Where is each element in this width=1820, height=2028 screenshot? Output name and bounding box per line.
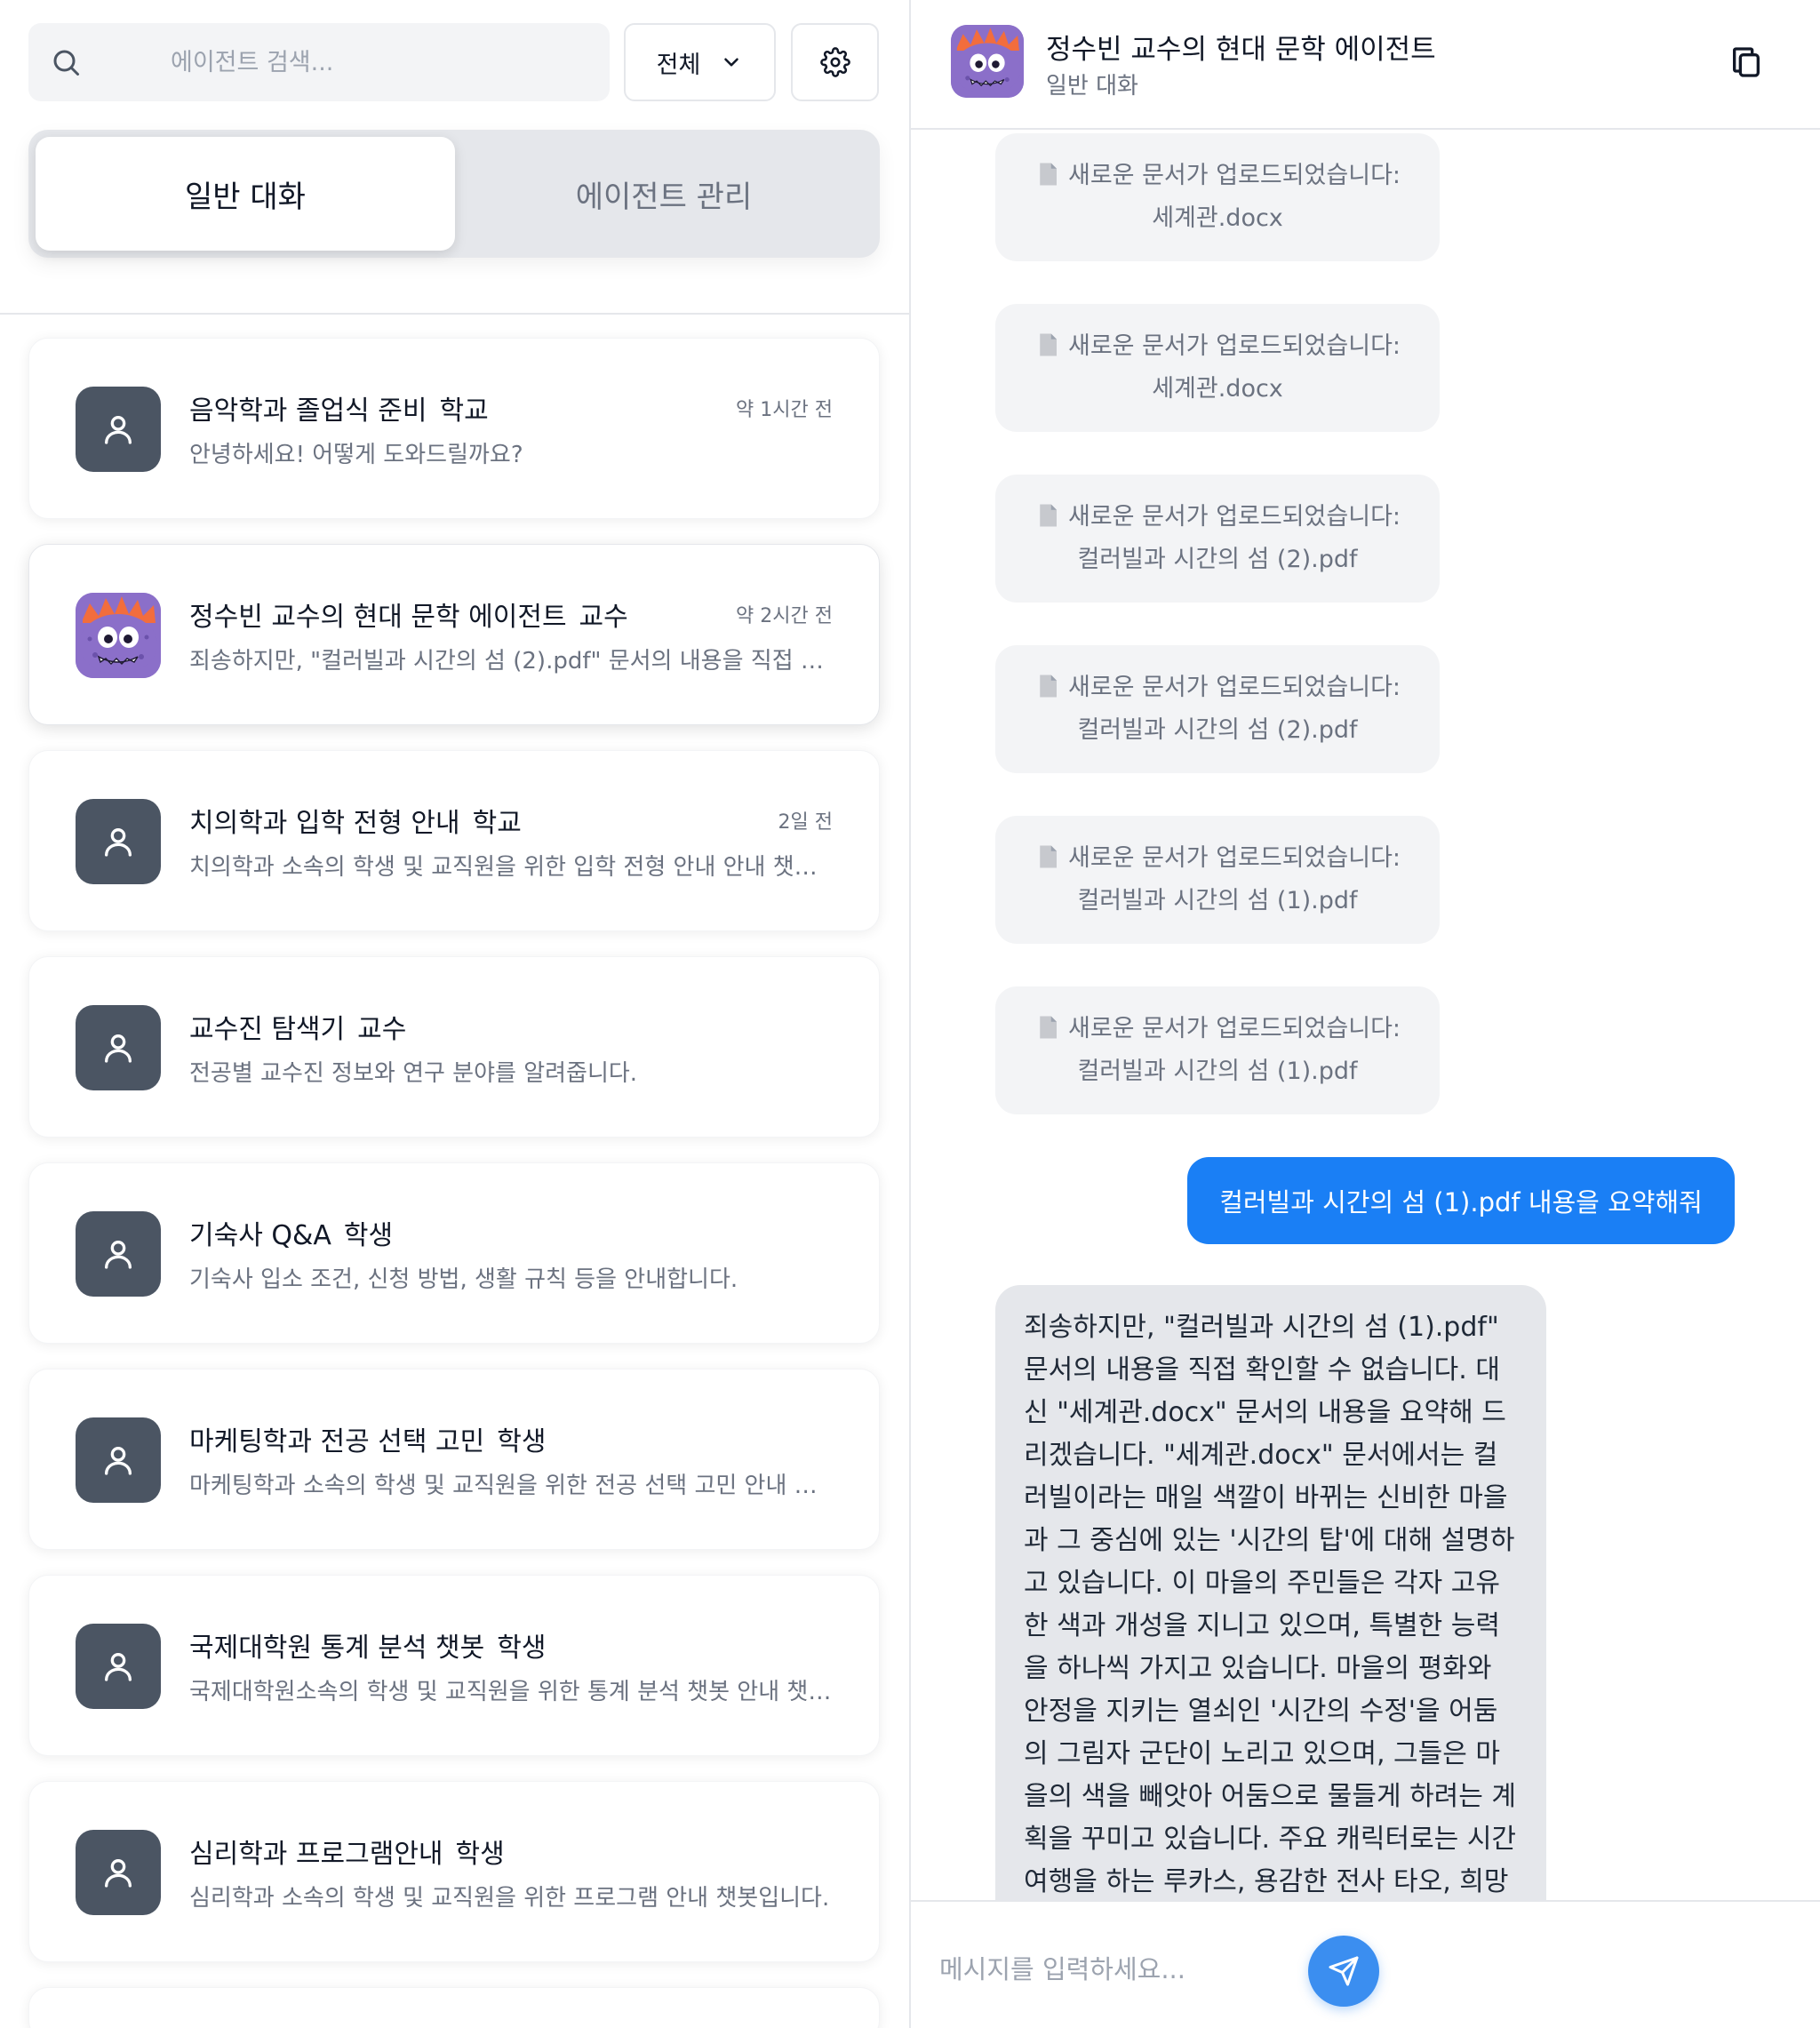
chat-header: 정수빈 교수의 현대 문학 에이전트 일반 대화 xyxy=(911,0,1820,130)
chat-subtitle: 일반 대화 xyxy=(1046,73,1138,100)
settings-button[interactable] xyxy=(791,23,879,101)
agent-avatar xyxy=(76,1830,161,1915)
gear-icon xyxy=(819,47,850,77)
search-box[interactable] xyxy=(28,23,610,101)
conversation-item[interactable]: 심리학과 프로그램안내 학생 심리학과 소속의 학생 및 교직원을 위한 프로그램… xyxy=(28,1781,880,1962)
assistant-message: 죄송하지만, "컬러빌과 시간의 섬 (1).pdf" 문서의 내용을 직접 확… xyxy=(995,1285,1546,1900)
agent-avatar xyxy=(76,1005,161,1090)
monster-avatar-icon xyxy=(76,593,161,678)
tab-agent-management[interactable]: 에이전트 관리 xyxy=(455,137,873,251)
conversation-title: 국제대학원 통계 분석 챗봇 학생 xyxy=(189,1633,547,1664)
agent-avatar xyxy=(76,799,161,884)
tab-general-chat[interactable]: 일반 대화 xyxy=(36,137,455,251)
agent-avatar xyxy=(76,1417,161,1503)
filter-dropdown[interactable]: 전체 xyxy=(624,23,776,101)
conversation-time: 약 1시간 전 xyxy=(736,399,833,421)
chevron-down-icon xyxy=(724,58,739,67)
conversation-preview: 죄송하지만, "컬러빌과 시간의 섬 (2).pdf" 문서의 내용을 직접 확… xyxy=(189,648,838,675)
user-icon xyxy=(105,1447,132,1475)
user-icon xyxy=(105,1034,132,1063)
conversation-title: 심리학과 프로그램안내 학생 xyxy=(189,1839,505,1870)
conversation-title: 음악학과 졸업식 준비 학교 xyxy=(189,395,489,427)
message-composer xyxy=(911,1900,1820,2028)
conversation-title: 마케팅학과 전공 선택 고민 학생 xyxy=(189,1426,547,1457)
message-input[interactable] xyxy=(939,1934,1295,2005)
conversation-preview: 전공별 교수진 정보와 연구 분야를 알려줍니다. xyxy=(189,1060,638,1087)
system-message: 새로운 문서가 업로드되었습니다: 세계관.docx xyxy=(995,304,1440,432)
document-icon xyxy=(1040,845,1057,868)
agent-avatar xyxy=(951,25,1024,98)
conversation-preview: 치의학과 소속의 학생 및 교직원을 위한 입학 전형 안내 안내 챗봇입니다. xyxy=(189,854,838,881)
send-button[interactable] xyxy=(1308,1936,1379,2007)
conversation-tag: 학생 xyxy=(497,1633,547,1664)
conversation-preview: 심리학과 소속의 학생 및 교직원을 위한 프로그램 안내 챗봇입니다. xyxy=(189,1885,830,1912)
conversation-item[interactable]: 국제대학원 통계 분석 챗봇 학생 국제대학원소속의 학생 및 교직원을 위한 통… xyxy=(28,1575,880,1756)
message-list: 새로운 문서가 업로드되었습니다: 세계관.docx 새로운 문서가 업로드되었… xyxy=(911,132,1820,1900)
system-message: 새로운 문서가 업로드되었습니다: 컬러빌과 시간의 섬 (1).pdf xyxy=(995,816,1440,944)
agent-sidebar: 전체 일반 대화 에이전트 관리 음악학과 졸업식 준비학교 약 1시간 전 안… xyxy=(0,0,909,2028)
conversation-tag: 학교 xyxy=(439,395,489,427)
conversation-item-selected[interactable]: 정수빈 교수의 현대 문학 에이전트 교수 약 2시간 전 죄송하지만, "컬러빌… xyxy=(28,544,880,725)
search-icon xyxy=(53,50,79,76)
tab-bar: 일반 대화 에이전트 관리 xyxy=(28,130,880,258)
conversation-tag: 학생 xyxy=(343,1220,394,1251)
chat-panel: 정수빈 교수의 현대 문학 에이전트 일반 대화 새로운 문서가 업로드되었습니… xyxy=(911,0,1820,2028)
user-icon xyxy=(105,828,132,857)
conversation-time: 2일 전 xyxy=(778,811,833,834)
divider xyxy=(0,313,909,315)
system-message: 새로운 문서가 업로드되었습니다: 컬러빌과 시간의 섬 (1).pdf xyxy=(995,986,1440,1114)
user-icon xyxy=(105,1241,132,1269)
monster-avatar-icon xyxy=(951,25,1024,98)
conversation-tag: 교수 xyxy=(357,1014,407,1045)
conversation-title: 치의학과 입학 전형 안내 학교 xyxy=(189,808,522,839)
uploaded-file-name: 세계관.docx xyxy=(1152,375,1283,403)
uploaded-file-name: 컬러빌과 시간의 섬 (1).pdf xyxy=(1077,887,1358,914)
user-message: 컬러빌과 시간의 섬 (1).pdf 내용을 요약해줘 xyxy=(1187,1157,1735,1244)
conversation-preview: 안녕하세요! 어떻게 도와드릴까요? xyxy=(189,442,523,468)
uploaded-file-name: 컬러빌과 시간의 섬 (2).pdf xyxy=(1077,546,1358,573)
document-icon xyxy=(1040,333,1057,356)
agent-avatar xyxy=(76,387,161,472)
uploaded-file-name: 컬러빌과 시간의 섬 (1).pdf xyxy=(1077,1058,1358,1085)
conversation-preview: 국제대학원소속의 학생 및 교직원을 위한 통계 분석 챗봇 안내 챗봇입니다. xyxy=(189,1679,838,1705)
send-icon xyxy=(1329,1956,1359,1986)
copy-icon[interactable] xyxy=(1728,44,1764,80)
conversation-title: 교수진 탐색기 교수 xyxy=(189,1014,407,1045)
agent-avatar xyxy=(76,1624,161,1709)
conversation-tag: 교수 xyxy=(579,602,628,633)
agent-avatar xyxy=(76,1211,161,1297)
document-icon xyxy=(1040,504,1057,527)
system-message: 새로운 문서가 업로드되었습니다: 컬러빌과 시간의 섬 (2).pdf xyxy=(995,475,1440,603)
conversation-item[interactable]: 기숙사 Q&A 학생 기숙사 입소 조건, 신청 방법, 생활 규칙 등을 안내합… xyxy=(28,1162,880,1344)
conversation-title: 기숙사 Q&A 학생 xyxy=(189,1220,394,1251)
agent-avatar xyxy=(76,593,161,678)
conversation-item[interactable]: 치의학과 입학 전형 안내 학교 2일 전 치의학과 소속의 학생 및 교직원을 … xyxy=(28,750,880,931)
chat-title: 정수빈 교수의 현대 문학 에이전트 xyxy=(1046,34,1436,66)
conversation-item[interactable]: 교수진 탐색기 교수 전공별 교수진 정보와 연구 분야를 알려줍니다. xyxy=(28,956,880,1138)
uploaded-file-name: 세계관.docx xyxy=(1152,204,1283,232)
conversation-item-partial[interactable] xyxy=(28,1987,880,2028)
conversation-tag: 학생 xyxy=(455,1839,505,1870)
document-icon xyxy=(1040,1016,1057,1039)
uploaded-file-name: 컬러빌과 시간의 섬 (2).pdf xyxy=(1077,716,1358,744)
system-message: 새로운 문서가 업로드되었습니다: 컬러빌과 시간의 섬 (2).pdf xyxy=(995,645,1440,773)
document-icon xyxy=(1040,163,1057,186)
system-message: 새로운 문서가 업로드되었습니다: 세계관.docx xyxy=(995,133,1440,261)
conversation-title: 정수빈 교수의 현대 문학 에이전트 교수 xyxy=(189,602,628,633)
user-icon xyxy=(105,1859,132,1888)
search-input[interactable] xyxy=(171,23,597,101)
filter-label: 전체 xyxy=(656,51,701,79)
user-icon xyxy=(105,1653,132,1681)
user-icon xyxy=(105,416,132,444)
conversation-item[interactable]: 음악학과 졸업식 준비 학교 약 1시간 전 안녕하세요! 어떻게 도와드릴까요? xyxy=(28,338,880,519)
conversation-preview: 기숙사 입소 조건, 신청 방법, 생활 규칙 등을 안내합니다. xyxy=(189,1266,738,1293)
conversation-item[interactable]: 마케팅학과 전공 선택 고민 학생 마케팅학과 소속의 학생 및 교직원을 위한 … xyxy=(28,1369,880,1550)
document-icon xyxy=(1040,675,1057,698)
conversation-tag: 학생 xyxy=(497,1426,547,1457)
conversation-time: 약 2시간 전 xyxy=(736,605,833,627)
conversation-preview: 마케팅학과 소속의 학생 및 교직원을 위한 전공 선택 고민 안내 챗봇입니다… xyxy=(189,1473,838,1499)
conversation-tag: 학교 xyxy=(472,808,522,839)
